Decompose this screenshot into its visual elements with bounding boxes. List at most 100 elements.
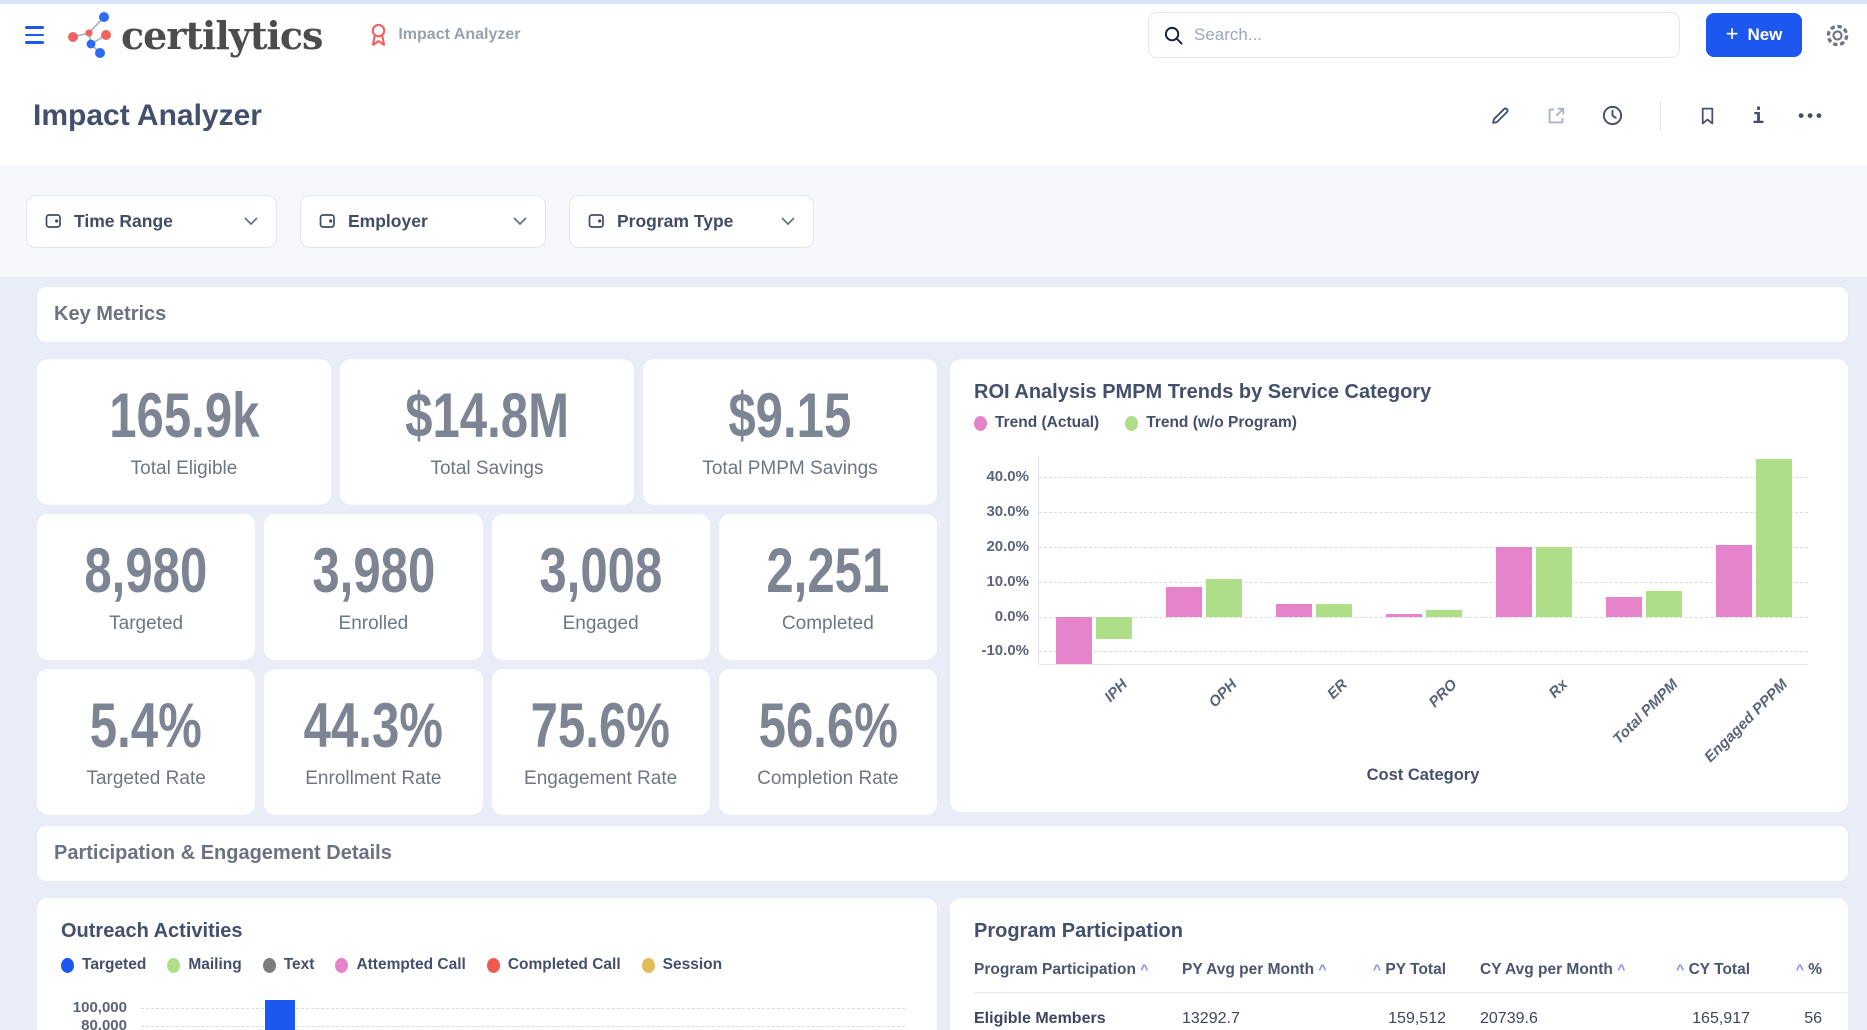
chevron-down-icon [513, 217, 527, 226]
roi-y-tick-label: 10.0% [975, 573, 1029, 590]
row-value: 56 [1750, 1010, 1822, 1028]
metric-label: Engagement Rate [524, 768, 677, 790]
metric-value: 165.9k [109, 385, 259, 448]
section-title: Participation & Engagement Details [54, 842, 392, 865]
legend-item-attempted-call: Attempted Call [335, 956, 465, 974]
section-key-metrics: Key Metrics [36, 286, 1849, 343]
search-icon [1163, 25, 1184, 46]
program-participation-title: Program Participation [974, 920, 1848, 943]
metric-label: Engaged [563, 613, 639, 635]
settings-gear-icon[interactable] [1824, 22, 1851, 49]
sort-caret-icon: ^ [1318, 961, 1326, 977]
metric-card: 8,980Targeted [36, 513, 256, 661]
legend-item-targeted: Targeted [61, 956, 146, 974]
brand-logo[interactable]: certilytics [63, 10, 322, 60]
table-header-row: Program Participation ^PY Avg per Month … [974, 961, 1849, 993]
roi-x-tick-label: Engaged PPPM [1701, 676, 1791, 766]
roi-y-tick-label: 30.0% [975, 503, 1029, 520]
filter-time-range[interactable]: Time Range [26, 195, 277, 248]
column-header-cy-avg-per-month[interactable]: CY Avg per Month ^ [1446, 961, 1664, 979]
roi-legend: Trend (Actual) Trend (w/o Program) [974, 414, 1824, 432]
roi-y-tick-label: 0.0% [975, 608, 1029, 625]
bookmark-icon[interactable] [1697, 105, 1718, 127]
metric-value: 3,980 [312, 540, 435, 603]
metric-cards-row: 8,980Targeted3,980Enrolled3,008Engaged2,… [36, 513, 938, 661]
metric-value: 8,980 [85, 540, 208, 603]
column-header--[interactable]: ^ % [1750, 961, 1822, 979]
sort-caret-icon: ^ [1676, 961, 1684, 977]
metric-cards-row: 5.4%Targeted Rate44.3%Enrollment Rate75.… [36, 668, 938, 816]
divider [1660, 101, 1661, 131]
metric-card: $9.15Total PMPM Savings [642, 358, 938, 506]
filter-program-type[interactable]: Program Type [569, 195, 814, 248]
breadcrumb[interactable]: Impact Analyzer [368, 23, 520, 47]
column-label: CY Total [1689, 961, 1750, 978]
legend-dot-icon [487, 958, 500, 973]
column-header-program-participation[interactable]: Program Participation ^ [974, 961, 1182, 979]
sort-caret-icon: ^ [1617, 961, 1625, 977]
legend-label: Trend (w/o Program) [1146, 414, 1297, 432]
outreach-gridline [141, 1008, 905, 1009]
program-participation-table: Program Participation ^PY Avg per Month … [974, 961, 1849, 1028]
metric-card: 165.9kTotal Eligible [36, 358, 332, 506]
column-label: Program Participation [974, 961, 1136, 978]
outreach-activities-panel: Outreach Activities TargetedMailingTextA… [36, 897, 938, 1030]
metric-value: 75.6% [531, 695, 670, 758]
app-header: certilytics Impact Analyzer + New [0, 4, 1867, 66]
open-external-icon[interactable] [1545, 105, 1567, 127]
more-ellipsis-icon[interactable]: ••• [1798, 106, 1825, 126]
metric-card: 3,980Enrolled [263, 513, 483, 661]
new-button[interactable]: + New [1706, 13, 1802, 57]
roi-y-tick-label: 20.0% [975, 538, 1029, 555]
menu-hamburger-icon[interactable] [25, 26, 49, 44]
roi-bar-actual [1716, 545, 1752, 617]
filter-label: Employer [348, 211, 428, 232]
metric-card: 44.3%Enrollment Rate [263, 668, 483, 816]
legend-label: Session [663, 956, 722, 974]
legend-item-trend-actual-: Trend (Actual) [974, 414, 1099, 432]
filter-employer[interactable]: Employer [300, 195, 546, 248]
roi-gridline [1039, 547, 1808, 548]
impact-analyzer-dashboard: certilytics Impact Analyzer + New [0, 0, 1867, 1030]
column-label: CY Avg per Month [1480, 961, 1613, 978]
outreach-title: Outreach Activities [61, 920, 913, 943]
section-title: Key Metrics [54, 303, 166, 326]
metric-value: $9.15 [729, 385, 852, 448]
metric-cards: 165.9kTotal Eligible$14.8MTotal Savings$… [36, 358, 938, 816]
column-header-cy-total[interactable]: ^ CY Total [1664, 961, 1750, 979]
history-clock-icon[interactable] [1601, 104, 1624, 127]
row-value: 13292.7 [1182, 1010, 1364, 1028]
dashboard-content: Key Metrics 165.9kTotal Eligible$14.8MTo… [0, 277, 1867, 1030]
metric-value: 44.3% [304, 695, 443, 758]
roi-bar-actual [1606, 597, 1642, 616]
roi-bar-wo-program [1426, 610, 1462, 617]
roi-gridline [1039, 582, 1808, 583]
roi-bar-wo-program [1316, 604, 1352, 616]
roi-bar-actual [1386, 614, 1422, 616]
roi-bar-actual [1056, 617, 1092, 664]
metric-card: 3,008Engaged [491, 513, 711, 661]
roi-x-tick-label: Rx [1545, 676, 1571, 702]
roi-bar-wo-program [1756, 459, 1792, 616]
metric-card: 75.6% Engagement Rate [491, 668, 711, 816]
metric-label: Completed [782, 613, 874, 635]
table-row: Eligible Members13292.7159,51220739.6165… [974, 1010, 1849, 1028]
search-input[interactable] [1194, 25, 1665, 45]
roi-bar-wo-program [1096, 617, 1132, 640]
roi-x-axis-labels: IPHOPHERPRORxTotal PMPMEngaged PPPM [1038, 664, 1808, 760]
roi-gridline [1039, 617, 1808, 618]
legend-dot-icon [974, 416, 987, 431]
search-box[interactable] [1148, 12, 1680, 58]
row-label: Eligible Members [974, 1010, 1182, 1028]
roi-bar-wo-program [1536, 547, 1572, 617]
breadcrumb-label: Impact Analyzer [398, 26, 520, 44]
roi-bar-actual [1166, 587, 1202, 616]
legend-dot-icon [642, 958, 655, 973]
info-icon[interactable]: i [1752, 104, 1764, 128]
legend-label: Mailing [188, 956, 241, 974]
edit-pencil-icon[interactable] [1489, 105, 1511, 127]
column-header-py-avg-per-month[interactable]: PY Avg per Month ^ [1182, 961, 1364, 979]
column-header-py-total[interactable]: ^ PY Total [1364, 961, 1446, 979]
tag-icon [588, 213, 606, 229]
metric-label: Total Savings [430, 458, 543, 480]
